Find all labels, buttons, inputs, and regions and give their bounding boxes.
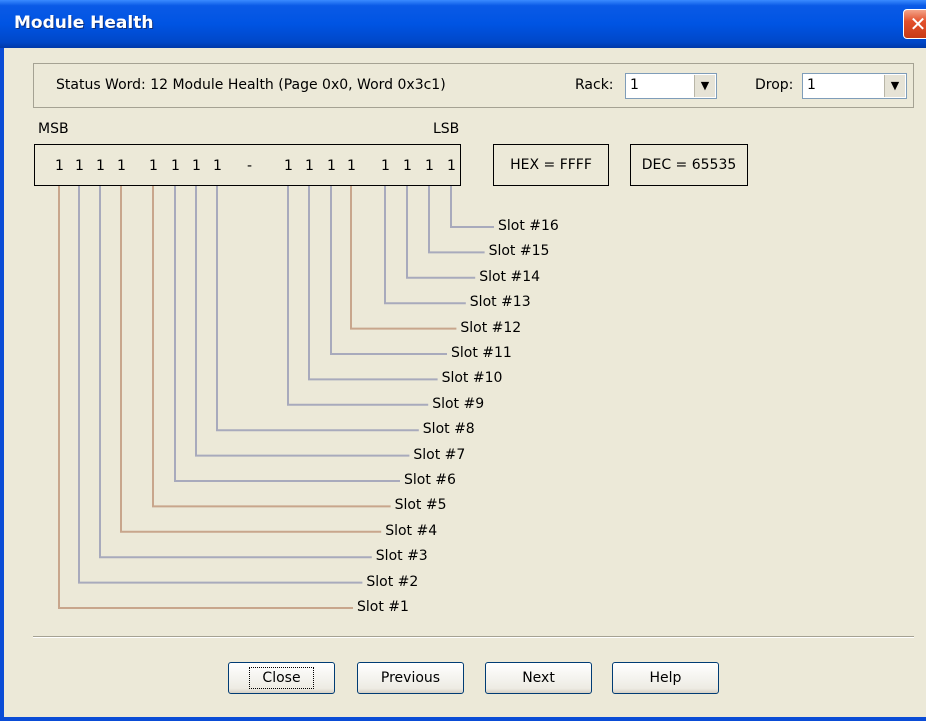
next-button-label: Next [522, 670, 555, 686]
slot-lead-4 [120, 186, 382, 533]
slot-lead-16 [450, 186, 494, 228]
slot-label-12: Slot #12 [460, 319, 522, 336]
slot-lead-14 [406, 186, 476, 279]
slot-label-3: Slot #3 [375, 548, 428, 565]
slot-label-1: Slot #1 [357, 599, 409, 615]
slot-label-11: Slot #11 [451, 345, 512, 361]
slot-label-14: Slot #14 [479, 268, 541, 285]
separator-line [33, 636, 914, 638]
slot-lead-15 [428, 186, 485, 254]
close-button-label: Close [249, 667, 314, 689]
slot-label-7: Slot #7 [413, 446, 466, 463]
slot-lead-7 [195, 186, 410, 457]
close-button[interactable]: Close [228, 662, 335, 694]
slot-lead-12 [350, 186, 457, 330]
previous-button-label: Previous [380, 670, 441, 686]
help-button-label: Help [649, 670, 682, 686]
slot-label-6: Slot #6 [404, 472, 456, 488]
slot-label-10: Slot #10 [441, 370, 503, 387]
slot-lead-10 [308, 186, 438, 381]
help-button[interactable]: Help [612, 662, 719, 694]
next-button[interactable]: Next [485, 662, 592, 694]
slot-label-9: Slot #9 [432, 395, 485, 412]
previous-button[interactable]: Previous [357, 662, 464, 694]
slot-lead-13 [384, 186, 466, 305]
slot-label-2: Slot #2 [366, 573, 419, 590]
slot-label-8: Slot #8 [422, 421, 475, 438]
slot-label-4: Slot #4 [385, 522, 438, 539]
slot-label-5: Slot #5 [394, 497, 447, 514]
slot-lead-8 [216, 186, 419, 432]
slot-label-16: Slot #16 [498, 218, 559, 234]
slot-label-13: Slot #13 [469, 294, 531, 311]
slot-label-15: Slot #15 [488, 243, 550, 260]
slot-lead-5 [152, 186, 391, 508]
